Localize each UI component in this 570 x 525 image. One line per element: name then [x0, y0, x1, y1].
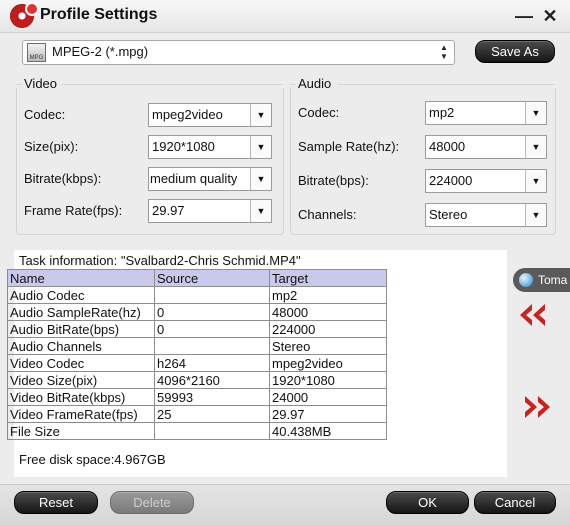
reset-button[interactable]: Reset: [14, 491, 98, 514]
delete-button: Delete: [110, 491, 194, 514]
video-framerate-label: Frame Rate(fps):: [24, 203, 123, 218]
up-down-arrows-icon[interactable]: ▲ ▼: [436, 43, 452, 61]
chevron-down-icon[interactable]: ▼: [250, 136, 271, 158]
row-name: Video FrameRate(fps): [7, 405, 155, 423]
close-button[interactable]: ✕: [539, 5, 561, 27]
row-source: [154, 337, 270, 355]
globe-icon: [519, 273, 533, 287]
video-bitrate-value: medium quality: [150, 171, 238, 186]
column-header-name: Name: [7, 269, 155, 287]
audio-bitrate-select[interactable]: 224000 ▼: [425, 169, 547, 193]
row-source: [154, 286, 270, 304]
row-name: Audio BitRate(bps): [7, 320, 155, 338]
table-row: File Size 40.438MB: [7, 422, 387, 440]
audio-channels-select[interactable]: Stereo ▼: [425, 203, 547, 227]
table-row: Audio SampleRate(hz) 0 48000: [7, 303, 387, 321]
row-target: Stereo: [269, 337, 387, 355]
video-bitrate-label: Bitrate(kbps):: [24, 171, 102, 186]
row-name: Video Size(pix): [7, 371, 155, 389]
row-name: Audio SampleRate(hz): [7, 303, 155, 321]
table-row: Video Codec h264 mpeg2video: [7, 354, 387, 372]
video-codec-label: Codec:: [24, 107, 66, 122]
column-header-target: Target: [269, 269, 387, 287]
mpg-file-icon: MPG: [27, 43, 46, 62]
row-source: 25: [154, 405, 270, 423]
audio-samplerate-select[interactable]: 48000 ▼: [425, 135, 547, 159]
chevron-down-icon[interactable]: ▼: [250, 168, 271, 190]
video-size-select[interactable]: 1920*1080 ▼: [148, 135, 272, 159]
previous-double-arrow-icon[interactable]: [518, 302, 548, 328]
row-name: File Size: [7, 422, 155, 440]
chevron-down-icon[interactable]: ▼: [525, 102, 546, 124]
window-title: Profile Settings: [40, 6, 158, 23]
group-border: [16, 84, 22, 85]
video-bitrate-select[interactable]: medium quality ▼: [148, 167, 272, 191]
audio-codec-value: mp2: [429, 105, 455, 120]
chevron-down-icon[interactable]: ▼: [525, 204, 546, 226]
audio-channels-value: Stereo: [429, 207, 468, 222]
row-target: 224000: [269, 320, 387, 338]
row-source: 4096*2160: [154, 371, 270, 389]
table-row: Audio Channels Stereo: [7, 337, 387, 355]
row-source: h264: [154, 354, 270, 372]
format-select[interactable]: MPG MPEG-2 (*.mpg) ▲ ▼: [22, 40, 455, 65]
row-name: Audio Channels: [7, 337, 155, 355]
row-target: 29.97: [269, 405, 387, 423]
row-source: 59993: [154, 388, 270, 406]
row-source: 0: [154, 320, 270, 338]
side-tab[interactable]: Toma: [513, 268, 570, 292]
format-value: MPEG-2 (*.mpg): [52, 44, 149, 59]
minimize-button[interactable]: —: [513, 5, 535, 27]
chevron-down-icon[interactable]: ▼: [525, 170, 546, 192]
free-disk-space: Free disk space:4.967GB: [19, 452, 166, 467]
cancel-button[interactable]: Cancel: [474, 491, 556, 514]
row-name: Audio Codec: [7, 286, 155, 304]
row-target: 1920*1080: [269, 371, 387, 389]
audio-codec-select[interactable]: mp2 ▼: [425, 101, 547, 125]
row-target: mpeg2video: [269, 354, 387, 372]
table-row: Video BitRate(kbps) 59993 24000: [7, 388, 387, 406]
row-target: 24000: [269, 388, 387, 406]
audio-bitrate-label: Bitrate(bps):: [298, 173, 369, 188]
video-size-value: 1920*1080: [152, 139, 215, 154]
table-row: Audio BitRate(bps) 0 224000: [7, 320, 387, 338]
group-border: [62, 84, 283, 85]
row-target: 40.438MB: [269, 422, 387, 440]
video-framerate-select[interactable]: 29.97 ▼: [148, 199, 272, 223]
task-table: Name Source Target Audio Codec mp2 Audio…: [7, 269, 387, 440]
row-name: Video Codec: [7, 354, 155, 372]
table-header-row: Name Source Target: [7, 269, 387, 287]
audio-samplerate-label: Sample Rate(hz):: [298, 139, 400, 154]
video-framerate-value: 29.97: [152, 203, 185, 218]
audio-codec-label: Codec:: [298, 105, 340, 120]
chevron-down-icon[interactable]: ▼: [250, 200, 271, 222]
audio-samplerate-value: 48000: [429, 139, 466, 154]
row-target: 48000: [269, 303, 387, 321]
row-name: Video BitRate(kbps): [7, 388, 155, 406]
video-size-label: Size(pix):: [24, 139, 79, 154]
chevron-down-icon[interactable]: ▼: [525, 136, 546, 158]
column-header-source: Source: [154, 269, 270, 287]
group-border: [338, 84, 555, 85]
table-row: Audio Codec mp2: [7, 286, 387, 304]
app-logo-icon: [10, 2, 39, 28]
row-target: mp2: [269, 286, 387, 304]
ok-button[interactable]: OK: [386, 491, 469, 514]
table-row: Video FrameRate(fps) 25 29.97: [7, 405, 387, 423]
side-tab-label: Toma: [538, 273, 568, 287]
row-source: [154, 422, 270, 440]
video-codec-select[interactable]: mpeg2video ▼: [148, 103, 272, 127]
group-border: [290, 84, 296, 85]
chevron-down-icon[interactable]: ▼: [250, 104, 271, 126]
row-source: 0: [154, 303, 270, 321]
table-row: Video Size(pix) 4096*2160 1920*1080: [7, 371, 387, 389]
task-info-title: Task information: "Svalbard2-Chris Schmi…: [19, 253, 301, 268]
next-double-arrow-icon[interactable]: [522, 394, 552, 420]
save-as-button[interactable]: Save As: [475, 40, 555, 63]
video-codec-value: mpeg2video: [152, 107, 223, 122]
audio-channels-label: Channels:: [298, 207, 357, 222]
audio-bitrate-value: 224000: [429, 173, 473, 188]
